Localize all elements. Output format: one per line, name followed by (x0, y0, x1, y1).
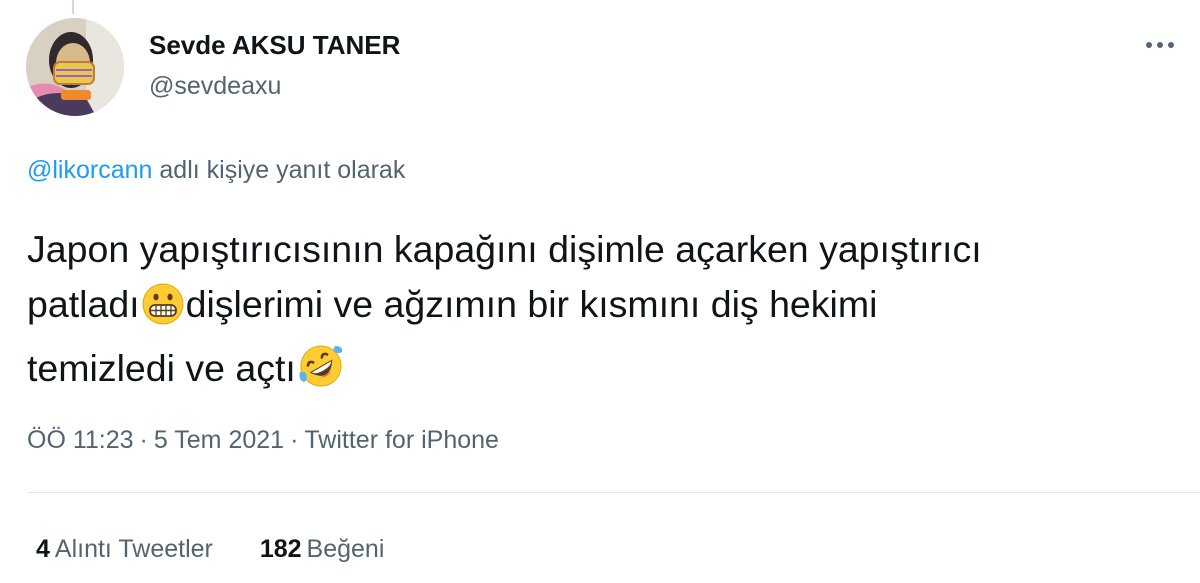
tweet-metadata: ÖÖ 11:23 · 5 Tem 2021 · Twitter for iPhone (27, 426, 499, 455)
tweet-date[interactable]: 5 Tem 2021 (154, 426, 284, 454)
tweet-text-line: patladı dişlerimi ve ağzımın bir kısmını… (27, 277, 1192, 341)
quote-tweets-label: Alıntı Tweetler (54, 535, 213, 563)
tweet-text-line: temizledi ve açtı (27, 341, 1192, 405)
avatar-image (26, 18, 124, 116)
thread-connector-line (72, 0, 74, 14)
more-options-button[interactable] (1140, 30, 1180, 60)
tweet-stats: 4 Alıntı Tweetler 182 Beğeni (36, 535, 424, 564)
avatar[interactable] (26, 18, 124, 116)
author-handle[interactable]: @sevdeaxu (149, 72, 281, 101)
tweet-text-segment: patladı (27, 283, 140, 325)
author-display-name[interactable]: Sevde AKSU TANER (149, 30, 400, 61)
quote-tweets-link[interactable]: 4 Alıntı Tweetler (36, 535, 213, 564)
reply-context: @likorcann adlı kişiye yanıt olarak (27, 156, 405, 185)
meta-separator: · (290, 426, 299, 454)
tweet-text-segment: temizledi ve açtı (27, 347, 296, 389)
tweet-source[interactable]: Twitter for iPhone (304, 426, 499, 454)
tweet-text-segment: Japon yapıştırıcısının kapağını dişimle … (27, 228, 982, 270)
tweet-text-line: Japon yapıştırıcısının kapağını dişimle … (27, 222, 1192, 277)
tweet-text-segment: dişlerimi ve ağzımın bir kısmını diş hek… (185, 283, 878, 325)
likes-link[interactable]: 182 Beğeni (260, 535, 385, 564)
likes-label: Beğeni (306, 535, 385, 563)
tweet-time[interactable]: ÖÖ 11:23 (27, 426, 134, 454)
reply-mention-link[interactable]: @likorcann (27, 156, 152, 184)
likes-count: 182 (259, 535, 302, 563)
quote-tweets-count: 4 (36, 535, 50, 563)
more-dots-icon (1146, 42, 1174, 48)
reply-context-text: adlı kişiye yanıt olarak (159, 156, 406, 184)
grimacing-face-emoji (141, 282, 185, 341)
divider (27, 492, 1200, 493)
tweet-text: Japon yapıştırıcısının kapağını dişimle … (27, 222, 1192, 405)
meta-separator: · (139, 426, 148, 454)
rolling-on-floor-laughing-emoji (297, 342, 345, 405)
